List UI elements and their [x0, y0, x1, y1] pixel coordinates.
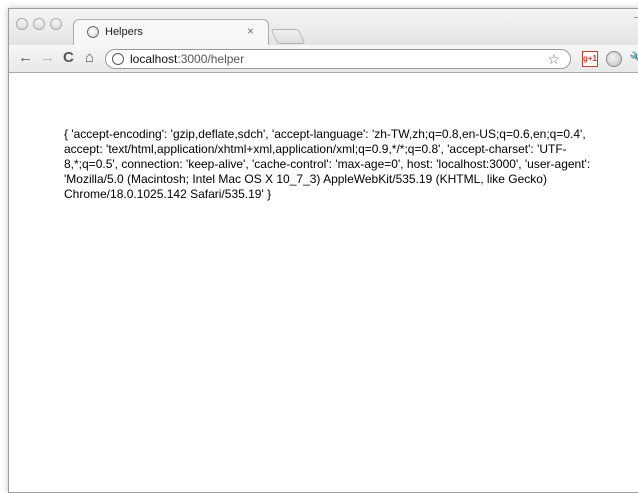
star-icon[interactable]: ☆ [547, 51, 560, 68]
url-text[interactable]: localhost:3000/helper [130, 52, 244, 66]
minimize-window-button[interactable] [33, 18, 45, 30]
tab-title: Helpers [105, 26, 143, 38]
page-content: { 'accept-encoding': 'gzip,deflate,sdch'… [9, 73, 638, 492]
forward-button[interactable]: → [40, 50, 55, 66]
browser-window: Helpers × ← → C ⌂ localhost:3000/helper … [8, 8, 638, 493]
google-plus-one-icon[interactable]: g+1 [582, 51, 598, 67]
home-button[interactable]: ⌂ [85, 50, 94, 66]
back-button[interactable]: ← [18, 50, 33, 66]
zoom-window-button[interactable] [50, 18, 62, 30]
title-bar: Helpers × [9, 9, 638, 46]
url-path: :3000/helper [177, 52, 245, 66]
tab-helpers[interactable]: Helpers × [73, 19, 269, 46]
close-window-button[interactable] [16, 18, 28, 30]
address-bar[interactable]: localhost:3000/helper ☆ [105, 49, 571, 69]
tab-close-button[interactable]: × [247, 24, 254, 38]
globe-icon [112, 53, 124, 65]
globe-extension-icon[interactable] [606, 51, 622, 67]
reload-button[interactable]: C [63, 50, 74, 66]
browser-toolbar: ← → C ⌂ localhost:3000/helper ☆ g+1 🔧 [9, 45, 638, 73]
url-host: localhost [130, 52, 178, 66]
globe-icon [87, 26, 99, 38]
wrench-icon[interactable]: 🔧 [629, 51, 638, 67]
request-headers-text: { 'accept-encoding': 'gzip,deflate,sdch'… [64, 127, 591, 201]
new-tab-button[interactable] [270, 29, 306, 44]
fullscreen-icon[interactable] [634, 17, 638, 26]
